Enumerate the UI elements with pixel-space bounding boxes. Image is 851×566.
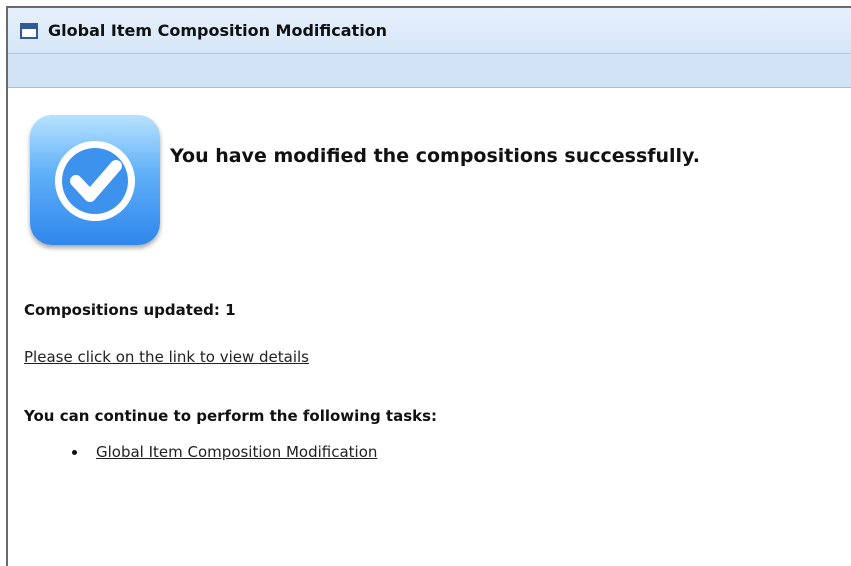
title-bar: Global Item Composition Modification: [8, 8, 851, 54]
window-icon: [20, 22, 38, 39]
checkmark-icon: [30, 115, 160, 245]
dialog-window: Global Item Composition Modification You…: [6, 6, 851, 566]
bullet-icon: [72, 449, 77, 455]
list-item: Global Item Composition Modification: [72, 443, 377, 461]
view-details-link[interactable]: Please click on the link to view details: [24, 348, 309, 366]
compositions-updated-count: Compositions updated: 1: [24, 301, 236, 319]
tasks-heading: You can continue to perform the followin…: [24, 407, 438, 425]
window-title: Global Item Composition Modification: [48, 21, 388, 40]
task-list: Global Item Composition Modification: [72, 443, 377, 461]
toolbar-strip: [8, 54, 851, 88]
success-message: You have modified the compositions succe…: [170, 145, 700, 167]
task-link-global-item-composition-modification[interactable]: Global Item Composition Modification: [96, 443, 377, 461]
